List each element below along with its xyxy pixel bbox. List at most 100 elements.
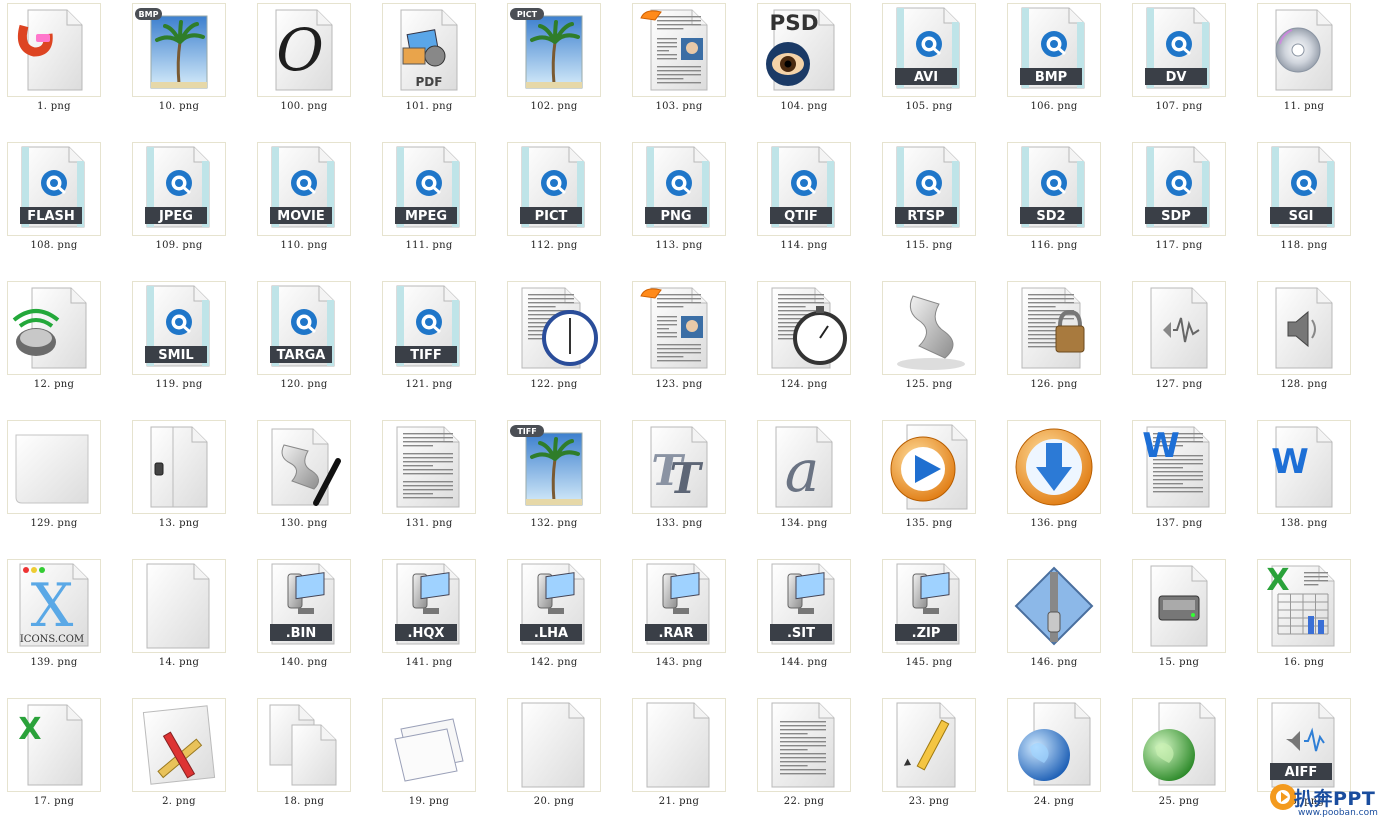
file-thumbnail[interactable]: BMP bbox=[1007, 3, 1101, 97]
file-thumbnail[interactable]: W bbox=[1257, 420, 1351, 514]
file-thumbnail[interactable] bbox=[257, 698, 351, 792]
file-icon-item[interactable]: BMP 106. png bbox=[1000, 0, 1112, 125]
file-thumbnail[interactable]: JPEG bbox=[132, 142, 226, 236]
file-icon-item[interactable]: 22. png bbox=[750, 695, 862, 820]
file-thumbnail[interactable]: W bbox=[1132, 420, 1226, 514]
file-icon-item[interactable]: MPEG 111. png bbox=[375, 139, 487, 264]
file-icon-item[interactable]: 11. png bbox=[1250, 0, 1362, 125]
file-thumbnail[interactable]: X ICONS.COM bbox=[7, 559, 101, 653]
file-thumbnail[interactable] bbox=[1257, 281, 1351, 375]
file-thumbnail[interactable]: .ZIP bbox=[882, 559, 976, 653]
file-thumbnail[interactable] bbox=[1007, 420, 1101, 514]
file-icon-item[interactable]: 146. png bbox=[1000, 556, 1112, 681]
file-thumbnail[interactable] bbox=[1007, 281, 1101, 375]
file-thumbnail[interactable]: a bbox=[757, 420, 851, 514]
file-thumbnail[interactable] bbox=[382, 420, 476, 514]
file-thumbnail[interactable] bbox=[7, 420, 101, 514]
file-thumbnail[interactable]: PDF bbox=[382, 3, 476, 97]
file-thumbnail[interactable]: FLASH bbox=[7, 142, 101, 236]
file-icon-item[interactable]: W 137. png bbox=[1125, 417, 1237, 542]
file-icon-item[interactable]: 15. png bbox=[1125, 556, 1237, 681]
file-thumbnail[interactable]: PICT bbox=[507, 3, 601, 97]
file-icon-item[interactable]: AVI 105. png bbox=[875, 0, 987, 125]
file-icon-item[interactable]: 128. png bbox=[1250, 278, 1362, 403]
file-icon-item[interactable]: O 100. png bbox=[250, 0, 362, 125]
file-icon-item[interactable]: 19. png bbox=[375, 695, 487, 820]
file-thumbnail[interactable] bbox=[507, 698, 601, 792]
file-thumbnail[interactable] bbox=[757, 698, 851, 792]
file-icon-item[interactable]: .LHA 142. png bbox=[500, 556, 612, 681]
file-icon-item[interactable]: DV 107. png bbox=[1125, 0, 1237, 125]
file-thumbnail[interactable]: SMIL bbox=[132, 281, 226, 375]
file-thumbnail[interactable] bbox=[257, 420, 351, 514]
file-icon-item[interactable]: 1. png bbox=[0, 0, 112, 125]
file-icon-item[interactable]: 23. png bbox=[875, 695, 987, 820]
file-icon-item[interactable]: 13. png bbox=[125, 417, 237, 542]
file-thumbnail[interactable]: TIFF bbox=[507, 420, 601, 514]
file-thumbnail[interactable] bbox=[1132, 281, 1226, 375]
file-icon-item[interactable]: a 134. png bbox=[750, 417, 862, 542]
file-icon-item[interactable]: .ZIP 145. png bbox=[875, 556, 987, 681]
file-thumbnail[interactable] bbox=[632, 698, 726, 792]
file-icon-item[interactable]: 124. png bbox=[750, 278, 862, 403]
file-thumbnail[interactable]: RTSP bbox=[882, 142, 976, 236]
file-icon-item[interactable]: RTSP 115. png bbox=[875, 139, 987, 264]
file-icon-item[interactable]: X 17. png bbox=[0, 695, 112, 820]
file-thumbnail[interactable]: MOVIE bbox=[257, 142, 351, 236]
file-icon-item[interactable]: 131. png bbox=[375, 417, 487, 542]
file-icon-item[interactable]: SMIL 119. png bbox=[125, 278, 237, 403]
file-thumbnail[interactable]: .BIN bbox=[257, 559, 351, 653]
file-thumbnail[interactable] bbox=[382, 698, 476, 792]
file-thumbnail[interactable]: TT bbox=[632, 420, 726, 514]
file-icon-item[interactable]: SGI 118. png bbox=[1250, 139, 1362, 264]
file-icon-item[interactable]: JPEG 109. png bbox=[125, 139, 237, 264]
file-icon-item[interactable]: QTIF 114. png bbox=[750, 139, 862, 264]
file-icon-item[interactable]: .BIN 140. png bbox=[250, 556, 362, 681]
file-icon-item[interactable]: PICT 112. png bbox=[500, 139, 612, 264]
file-thumbnail[interactable]: TIFF bbox=[382, 281, 476, 375]
file-icon-item[interactable]: 24. png bbox=[1000, 695, 1112, 820]
file-icon-item[interactable]: 135. png bbox=[875, 417, 987, 542]
file-icon-item[interactable]: 136. png bbox=[1000, 417, 1112, 542]
file-icon-item[interactable]: 129. png bbox=[0, 417, 112, 542]
file-thumbnail[interactable] bbox=[132, 698, 226, 792]
file-icon-item[interactable]: TIFF 132. png bbox=[500, 417, 612, 542]
file-icon-item[interactable]: 20. png bbox=[500, 695, 612, 820]
file-thumbnail[interactable] bbox=[632, 3, 726, 97]
file-thumbnail[interactable] bbox=[1132, 559, 1226, 653]
file-icon-item[interactable]: 18. png bbox=[250, 695, 362, 820]
file-thumbnail[interactable] bbox=[1007, 698, 1101, 792]
file-icon-item[interactable]: 127. png bbox=[1125, 278, 1237, 403]
file-icon-item[interactable]: BMP 10. png bbox=[125, 0, 237, 125]
file-icon-item[interactable]: PSD 104. png bbox=[750, 0, 862, 125]
file-thumbnail[interactable]: X bbox=[1257, 559, 1351, 653]
file-icon-item[interactable]: 130. png bbox=[250, 417, 362, 542]
file-thumbnail[interactable] bbox=[882, 281, 976, 375]
file-thumbnail[interactable]: PNG bbox=[632, 142, 726, 236]
file-thumbnail[interactable] bbox=[632, 281, 726, 375]
file-icon-item[interactable]: .RAR 143. png bbox=[625, 556, 737, 681]
file-thumbnail[interactable] bbox=[7, 3, 101, 97]
file-icon-item[interactable]: 2. png bbox=[125, 695, 237, 820]
file-thumbnail[interactable]: .HQX bbox=[382, 559, 476, 653]
file-thumbnail[interactable] bbox=[7, 281, 101, 375]
file-thumbnail[interactable] bbox=[757, 281, 851, 375]
file-icon-item[interactable]: X ICONS.COM 139. png bbox=[0, 556, 112, 681]
file-thumbnail[interactable]: O bbox=[257, 3, 351, 97]
file-icon-item[interactable]: .HQX 141. png bbox=[375, 556, 487, 681]
file-icon-item[interactable]: PDF 101. png bbox=[375, 0, 487, 125]
file-thumbnail[interactable]: PICT bbox=[507, 142, 601, 236]
file-thumbnail[interactable] bbox=[882, 420, 976, 514]
file-icon-item[interactable]: 103. png bbox=[625, 0, 737, 125]
file-icon-item[interactable]: 12. png bbox=[0, 278, 112, 403]
file-icon-item[interactable]: X 16. png bbox=[1250, 556, 1362, 681]
file-icon-item[interactable]: W 138. png bbox=[1250, 417, 1362, 542]
file-thumbnail[interactable]: .SIT bbox=[757, 559, 851, 653]
file-thumbnail[interactable] bbox=[1132, 698, 1226, 792]
file-thumbnail[interactable]: .RAR bbox=[632, 559, 726, 653]
file-icon-item[interactable]: 125. png bbox=[875, 278, 987, 403]
file-icon-item[interactable]: SD2 116. png bbox=[1000, 139, 1112, 264]
file-icon-item[interactable]: SDP 117. png bbox=[1125, 139, 1237, 264]
file-icon-item[interactable]: TARGA 120. png bbox=[250, 278, 362, 403]
file-icon-item[interactable]: 25. png bbox=[1125, 695, 1237, 820]
